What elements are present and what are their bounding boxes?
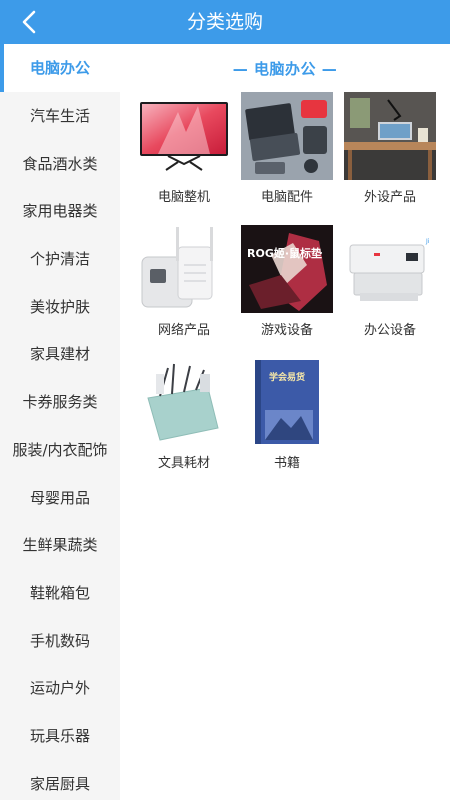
subcategory-network[interactable]: 网络产品 — [134, 225, 234, 348]
sidebar-item-home-kitchen[interactable]: 家居厨具 — [0, 759, 120, 800]
sidebar-item-fresh-produce[interactable]: 生鲜果蔬类 — [0, 521, 120, 569]
subcategory-label: 电脑配件 — [260, 190, 313, 205]
subcategory-stationery[interactable]: 文具耗材 — [134, 358, 234, 481]
subcategory-label: 电脑整机 — [157, 190, 210, 205]
sidebar-item-auto-life[interactable]: 汽车生活 — [0, 92, 120, 140]
section-title: — 电脑办公 — — [232, 60, 338, 78]
printer-image: Ji — [344, 225, 436, 313]
laptop-accessories-image — [241, 92, 333, 180]
subcategory-gaming[interactable]: ROG姬·鼠标垫 游戏设备 — [237, 225, 337, 348]
mousepad-banner-text: ROG姬·鼠标垫 — [247, 246, 322, 260]
desk-setup-image — [344, 92, 436, 180]
sidebar-item-phones-digital[interactable]: 手机数码 — [0, 616, 120, 664]
desk-organizer-image — [138, 358, 230, 446]
subcategory-label: 书籍 — [273, 456, 300, 471]
sidebar-item-personal-care[interactable]: 个护清洁 — [0, 235, 120, 283]
sidebar-item-beauty[interactable]: 美妆护肤 — [0, 282, 120, 330]
subcategory-label: 外设产品 — [363, 190, 416, 205]
category-sidebar: 电脑办公 汽车生活 食品酒水类 家用电器类 个护清洁 美妆护肤 家具建材 卡券服… — [0, 44, 120, 800]
gaming-mousepad-image: ROG姬·鼠标垫 — [241, 225, 333, 313]
book-image: 学会易货 — [241, 358, 333, 446]
sidebar-item-computer-office[interactable]: 电脑办公 — [0, 44, 120, 92]
page-title: 分类选购 — [186, 11, 263, 33]
subcategory-label: 文具耗材 — [157, 456, 210, 471]
wifi-extender-image — [138, 225, 230, 313]
sidebar-item-vouchers[interactable]: 卡券服务类 — [0, 378, 120, 426]
subcategory-label: 办公设备 — [363, 323, 416, 338]
svg-text:Ji: Ji — [425, 238, 430, 245]
sidebar-item-furniture[interactable]: 家具建材 — [0, 330, 120, 378]
category-content: — 电脑办公 — 电脑整机 电脑配件 外设产品 网络产品 ROG姬·鼠标垫 游戏… — [120, 44, 450, 800]
subcategory-computer[interactable]: 电脑整机 — [134, 92, 234, 215]
sidebar-item-home-appliances[interactable]: 家用电器类 — [0, 187, 120, 235]
subcategory-label: 游戏设备 — [260, 323, 313, 338]
sidebar-item-shoes-bags[interactable]: 鞋靴箱包 — [0, 569, 120, 617]
subcategory-label: 网络产品 — [157, 323, 210, 338]
app-header: 分类选购 — [0, 0, 450, 44]
subcategory-office-equipment[interactable]: Ji 办公设备 — [340, 225, 440, 348]
sidebar-item-food-drinks[interactable]: 食品酒水类 — [0, 139, 120, 187]
sidebar-item-clothing[interactable]: 服装/内衣配饰 — [0, 426, 120, 474]
subcategory-peripherals[interactable]: 外设产品 — [340, 92, 440, 215]
subcategory-books[interactable]: 学会易货 书籍 — [237, 358, 337, 481]
subcategory-accessories[interactable]: 电脑配件 — [237, 92, 337, 215]
monitor-image — [138, 92, 230, 180]
sidebar-item-baby[interactable]: 母婴用品 — [0, 473, 120, 521]
sidebar-item-toys-instruments[interactable]: 玩具乐器 — [0, 712, 120, 760]
book-cover-text: 学会易货 — [269, 371, 305, 383]
subcategory-grid: 电脑整机 电脑配件 外设产品 网络产品 ROG姬·鼠标垫 游戏设备 Ji 办公设… — [134, 92, 440, 481]
sidebar-item-sports-outdoor[interactable]: 运动户外 — [0, 664, 120, 712]
